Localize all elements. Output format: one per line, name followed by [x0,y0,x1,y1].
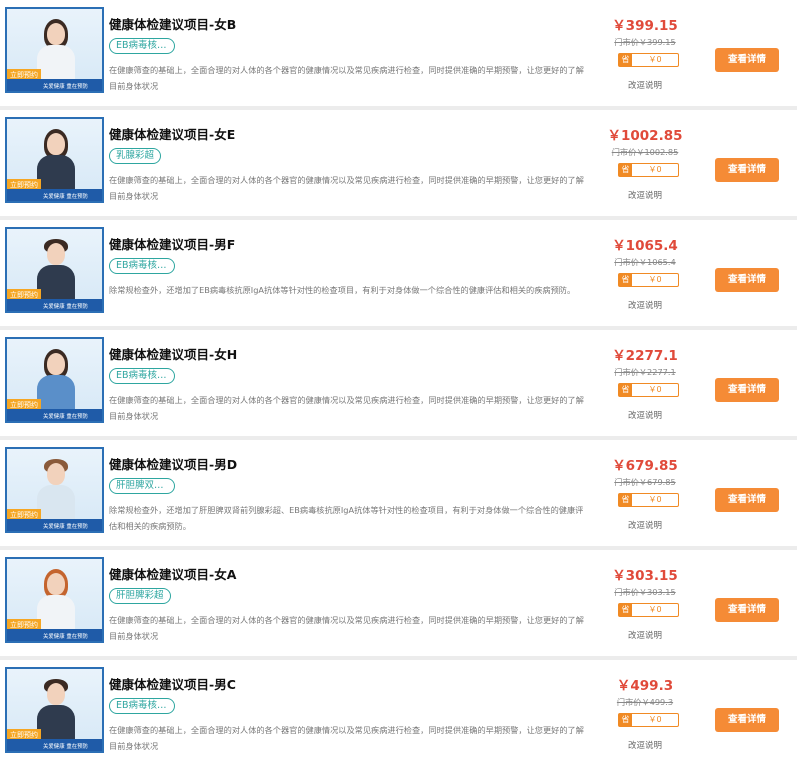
product-price: ￥2277.1 [612,348,678,364]
product-thumbnail[interactable]: 立即预约 关爱健康 重在预防 [5,227,104,313]
savings-value: ￥0 [648,55,662,64]
thumb-banner-text: 关爱健康 重在预防 [43,303,88,310]
change-note-link[interactable]: 改逗说明 [603,299,687,311]
product-title[interactable]: 健康体检建议项目-男F [109,234,235,253]
product-title[interactable]: 健康体检建议项目-女H [109,344,237,363]
person-figure-image [37,679,75,739]
product-thumbnail[interactable]: 立即预约 关爱健康 重在预防 [5,337,104,423]
view-details-button[interactable]: 查看详情 [715,268,779,292]
product-thumbnail[interactable]: 立即预约 关爱健康 重在预防 [5,557,104,643]
product-description: 在健康筛查的基础上，全面合理的对人体的各个器官的健康情况以及常见疾病进行检查，同… [109,725,584,751]
savings-label: 省 [619,384,632,396]
market-price: 门市价￥303.15 [614,587,676,597]
thumb-banner-text: 关爱健康 重在预防 [43,633,88,640]
product-title[interactable]: 健康体检建议项目-男D [109,454,237,473]
product-row: 立即预约 关爱健康 重在预防 健康体检建议项目-男C EB病毒核抗... 在健康… [0,660,797,766]
product-tag: 肝胆脾双肾... [109,478,175,494]
product-tag: EB病毒核抗... [109,368,175,384]
savings-label: 省 [619,274,632,286]
person-figure-image [37,129,75,189]
product-title[interactable]: 健康体检建议项目-女B [109,14,236,33]
product-description: 除常规检查外，还增加了肝胆脾双肾前列腺彩超、EB病毒核抗原IgA抗体等针对性的检… [109,505,584,531]
product-title[interactable]: 健康体检建议项目-男C [109,674,236,693]
savings-value: ￥0 [648,165,662,174]
view-details-button[interactable]: 查看详情 [715,48,779,72]
view-details-button[interactable]: 查看详情 [715,598,779,622]
product-description: 在健康筛查的基础上，全面合理的对人体的各个器官的健康情况以及常见疾病进行检查，同… [109,395,584,421]
savings-box: 省 ￥0 [618,603,679,617]
market-price: 门市价￥2277.1 [614,367,676,377]
product-tag: 肝胆脾彩超 [109,588,171,604]
thumb-banner-text: 关爱健康 重在预防 [43,193,88,200]
savings-value: ￥0 [648,495,662,504]
product-tag: EB病毒核抗... [109,258,175,274]
change-note-link[interactable]: 改逗说明 [603,629,687,641]
thumb-banner-text: 关爱健康 重在预防 [43,743,88,750]
change-note-link[interactable]: 改逗说明 [603,409,687,421]
view-details-button[interactable]: 查看详情 [715,488,779,512]
product-list: 立即预约 关爱健康 重在预防 健康体检建议项目-女B EB病毒核抗... 在健康… [0,0,797,769]
change-note-link[interactable]: 改逗说明 [603,189,687,201]
product-tag: EB病毒核抗... [109,38,175,54]
product-price: ￥1002.85 [607,128,683,144]
product-tag: EB病毒核抗... [109,698,175,714]
savings-box: 省 ￥0 [618,273,679,287]
savings-value: ￥0 [648,385,662,394]
product-description: 在健康筛查的基础上，全面合理的对人体的各个器官的健康情况以及常见疾病进行检查，同… [109,615,584,641]
product-description: 在健康筛查的基础上，全面合理的对人体的各个器官的健康情况以及常见疾病进行检查，同… [109,65,584,91]
product-thumbnail[interactable]: 立即预约 关爱健康 重在预防 [5,7,104,93]
savings-label: 省 [619,604,632,616]
product-title[interactable]: 健康体检建议项目-女A [109,564,236,583]
product-title[interactable]: 健康体检建议项目-女E [109,124,235,143]
savings-value: ￥0 [648,605,662,614]
product-row: 立即预约 关爱健康 重在预防 健康体检建议项目-男F EB病毒核抗... 除常规… [0,220,797,326]
product-thumbnail[interactable]: 立即预约 关爱健康 重在预防 [5,447,104,533]
view-details-button[interactable]: 查看详情 [715,708,779,732]
product-description: 除常规检查外，还增加了EB病毒核抗原IgA抗体等针对性的检查项目，有利于对身体做… [109,285,576,295]
savings-label: 省 [619,164,632,176]
product-row: 立即预约 关爱健康 重在预防 健康体检建议项目-女E 乳腺彩超 在健康筛查的基础… [0,110,797,216]
savings-label: 省 [619,494,632,506]
product-thumbnail[interactable]: 立即预约 关爱健康 重在预防 [5,667,104,753]
market-price: 门市价￥1002.85 [611,147,679,157]
person-figure-image [37,459,75,519]
product-price: ￥499.3 [616,678,674,694]
savings-value: ￥0 [648,275,662,284]
person-figure-image [37,349,75,409]
savings-label: 省 [619,54,632,66]
savings-box: 省 ￥0 [618,493,679,507]
thumb-banner-text: 关爱健康 重在预防 [43,83,88,90]
savings-box: 省 ￥0 [618,383,679,397]
savings-value: ￥0 [648,715,662,724]
market-price: 门市价￥499.3 [616,697,674,707]
thumb-banner-text: 关爱健康 重在预防 [43,523,88,530]
view-details-button[interactable]: 查看详情 [715,158,779,182]
thumb-banner-text: 关爱健康 重在预防 [43,413,88,420]
change-note-link[interactable]: 改逗说明 [603,79,687,91]
product-price: ￥399.15 [612,18,678,34]
product-price: ￥679.85 [612,458,678,474]
product-row: 立即预约 关爱健康 重在预防 健康体检建议项目-女H EB病毒核抗... 在健康… [0,330,797,436]
market-price: 门市价￥1065.4 [614,257,676,267]
person-figure-image [37,239,75,299]
person-figure-image [37,19,75,79]
market-price: 门市价￥679.85 [614,477,676,487]
view-details-button[interactable]: 查看详情 [715,378,779,402]
product-thumbnail[interactable]: 立即预约 关爱健康 重在预防 [5,117,104,203]
product-row: 立即预约 关爱健康 重在预防 健康体检建议项目-女A 肝胆脾彩超 在健康筛查的基… [0,550,797,656]
product-description: 在健康筛查的基础上，全面合理的对人体的各个器官的健康情况以及常见疾病进行检查，同… [109,175,584,201]
savings-box: 省 ￥0 [618,713,679,727]
change-note-link[interactable]: 改逗说明 [603,739,687,751]
savings-box: 省 ￥0 [618,53,679,67]
savings-box: 省 ￥0 [618,163,679,177]
product-price: ￥1065.4 [612,238,678,254]
product-price: ￥303.15 [612,568,678,584]
person-figure-image [37,569,75,629]
change-note-link[interactable]: 改逗说明 [603,519,687,531]
market-price: 门市价￥399.15 [614,37,676,47]
product-tag: 乳腺彩超 [109,148,162,164]
product-row: 立即预约 关爱健康 重在预防 健康体检建议项目-女B EB病毒核抗... 在健康… [0,0,797,106]
product-row: 立即预约 关爱健康 重在预防 健康体检建议项目-男D 肝胆脾双肾... 除常规检… [0,440,797,546]
savings-label: 省 [619,714,632,726]
